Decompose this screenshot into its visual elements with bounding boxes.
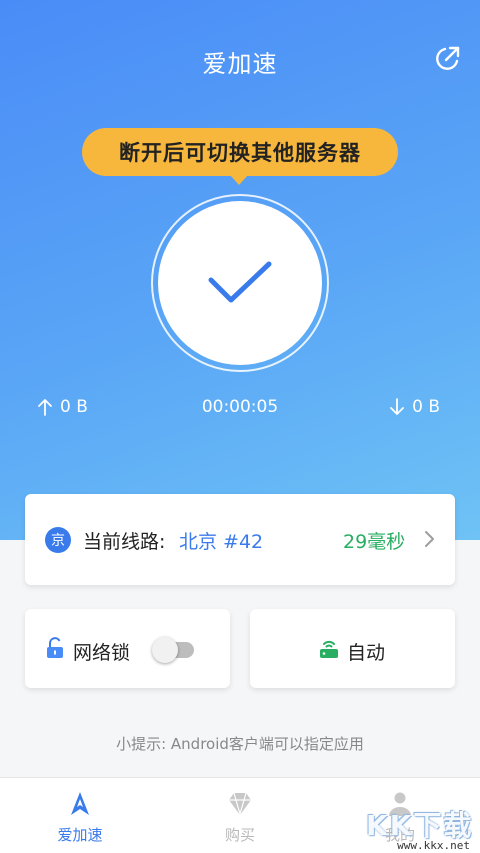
watermark: KK下载 www.kkx.net: [360, 800, 480, 853]
download-stat: 0 B: [390, 397, 440, 417]
network-lock-toggle[interactable]: [152, 637, 196, 663]
download-value: 0 B: [412, 397, 440, 417]
share-icon: [436, 46, 460, 70]
network-lock-card: 网络锁: [25, 609, 230, 688]
page-title: 爱加速: [202, 50, 278, 78]
network-lock-label: 网络锁: [73, 642, 131, 664]
tab-home-label: 爱加速: [57, 826, 103, 844]
auto-mode-card[interactable]: 自动: [250, 609, 455, 688]
toggle-knob: [152, 637, 178, 663]
share-button[interactable]: [432, 44, 462, 74]
route-label: 当前线路:: [83, 531, 166, 553]
route-latency: 29毫秒: [343, 531, 406, 553]
watermark-url: www.kkx.net: [397, 839, 470, 852]
chevron-right-icon: [425, 531, 434, 547]
auto-mode-label: 自动: [347, 642, 386, 664]
connect-button[interactable]: [158, 201, 322, 365]
server-switch-tooltip: 断开后可切换其他服务器: [82, 128, 398, 176]
diamond-icon: [229, 792, 251, 817]
route-server: 北京 #42: [179, 531, 264, 553]
tab-buy-label: 购买: [224, 826, 255, 844]
arrow-down-icon: [390, 398, 405, 415]
route-region-badge: 京: [45, 527, 71, 553]
current-route-card[interactable]: 京 当前线路: 北京 #42 29毫秒: [25, 494, 455, 585]
tab-home[interactable]: 爱加速: [0, 778, 160, 853]
unlock-icon: [47, 637, 63, 658]
rocket-icon: [71, 792, 89, 815]
router-icon: [320, 640, 338, 658]
tooltip-arrow: [230, 175, 248, 185]
watermark-text: KK下载: [366, 809, 474, 842]
tab-buy[interactable]: 购买: [160, 778, 320, 853]
tip-text: 小提示: Android客户端可以指定应用: [116, 735, 364, 753]
checkmark-icon: [208, 261, 272, 303]
